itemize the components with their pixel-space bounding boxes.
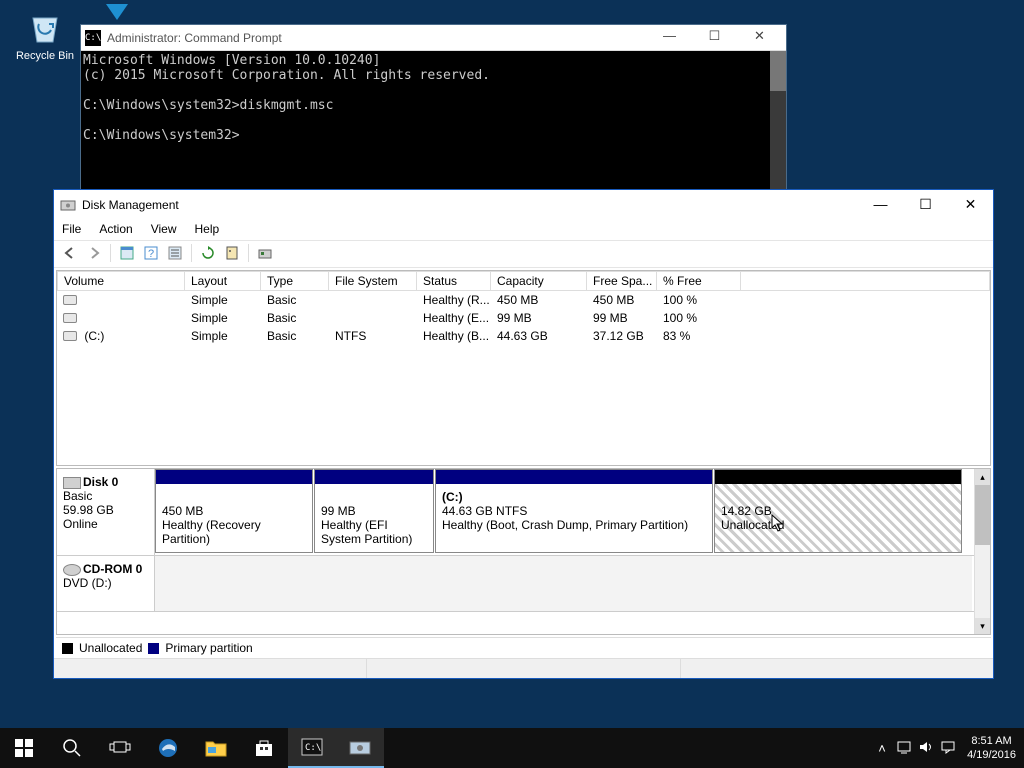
taskbar-store-button[interactable]: [240, 728, 288, 768]
partition-unallocated[interactable]: 14.82 GBUnallocated: [714, 469, 962, 553]
partition[interactable]: 450 MBHealthy (Recovery Partition): [155, 469, 313, 553]
cmd-taskbar-icon: C:\: [301, 738, 323, 756]
toolbar-list-button[interactable]: [165, 243, 185, 263]
cmd-body[interactable]: Microsoft Windows [Version 10.0.10240] (…: [81, 51, 786, 193]
cmd-title: Administrator: Command Prompt: [107, 31, 647, 45]
tray-chevron-icon[interactable]: ˄: [871, 741, 893, 756]
diskmgmt-taskbar-icon: [349, 738, 371, 756]
menu-file[interactable]: File: [62, 222, 81, 236]
disk-row[interactable]: CD-ROM 0 DVD (D:): [57, 556, 990, 612]
start-button[interactable]: [0, 728, 48, 768]
legend: Unallocated Primary partition: [56, 637, 991, 658]
cdrom-icon: [63, 564, 81, 576]
table-row[interactable]: SimpleBasic Healthy (E... 99 MB99 MB 100…: [57, 309, 990, 327]
col-freespace[interactable]: Free Spa...: [587, 271, 657, 291]
legend-primary-swatch: [148, 643, 159, 654]
disk-icon: [63, 477, 81, 489]
dm-toolbar: ?: [54, 240, 993, 268]
partition[interactable]: 99 MBHealthy (EFI System Partition): [314, 469, 434, 553]
taskbar-cmd-button[interactable]: C:\: [288, 728, 336, 768]
col-capacity[interactable]: Capacity: [491, 271, 587, 291]
partition[interactable]: (C:)44.63 GB NTFSHealthy (Boot, Crash Du…: [435, 469, 713, 553]
taskview-button[interactable]: [96, 728, 144, 768]
cmd-maximize-button[interactable]: ☐: [692, 28, 737, 48]
status-bar: [54, 658, 993, 678]
taskbar-diskmgmt-button[interactable]: [336, 728, 384, 768]
menu-help[interactable]: Help: [195, 222, 220, 236]
table-row[interactable]: SimpleBasic Healthy (R... 450 MB450 MB 1…: [57, 291, 990, 309]
dm-close-button[interactable]: ✕: [948, 191, 993, 219]
cmd-icon: C:\: [85, 30, 101, 46]
taskbar-explorer-button[interactable]: [192, 728, 240, 768]
legend-unalloc-label: Unallocated: [79, 641, 142, 655]
dm-menubar: File Action View Help: [54, 220, 993, 240]
dm-titlebar[interactable]: Disk Management — ☐ ✕: [54, 190, 993, 220]
toolbar-settings-button[interactable]: [255, 243, 275, 263]
volume-icon: [63, 313, 77, 323]
volume-table: Volume Layout Type File System Status Ca…: [56, 270, 991, 466]
toolbar-refresh-button[interactable]: [198, 243, 218, 263]
tray-actioncenter-icon[interactable]: [937, 740, 959, 757]
cmd-scrollbar[interactable]: [770, 51, 786, 193]
cmd-close-button[interactable]: ✕: [737, 28, 782, 48]
toolbar-properties-button[interactable]: [222, 243, 242, 263]
disk-label[interactable]: CD-ROM 0 DVD (D:): [57, 556, 155, 611]
col-status[interactable]: Status: [417, 271, 491, 291]
clock-date: 4/19/2016: [967, 748, 1016, 762]
dm-maximize-button[interactable]: ☐: [903, 191, 948, 219]
disk-row[interactable]: Disk 0 Basic 59.98 GB Online 450 MBHealt…: [57, 469, 990, 556]
toolbar-view-button[interactable]: [117, 243, 137, 263]
cmd-window: C:\ Administrator: Command Prompt — ☐ ✕ …: [80, 24, 787, 194]
svg-text:C:\: C:\: [305, 743, 321, 753]
tray-network-icon[interactable]: [893, 740, 915, 757]
store-icon: [254, 738, 274, 758]
volume-icon: [63, 331, 77, 341]
toolbar-back-button[interactable]: [60, 243, 80, 263]
edge-icon: [157, 737, 179, 759]
system-tray: ˄ 8:51 AM 4/19/2016: [871, 728, 1024, 768]
taskbar: C:\ ˄ 8:51 AM 4/19/2016: [0, 728, 1024, 768]
dm-title: Disk Management: [82, 198, 858, 212]
col-layout[interactable]: Layout: [185, 271, 261, 291]
col-volume[interactable]: Volume: [57, 271, 185, 291]
volume-table-header[interactable]: Volume Layout Type File System Status Ca…: [57, 271, 990, 291]
col-type[interactable]: Type: [261, 271, 329, 291]
disk-label[interactable]: Disk 0 Basic 59.98 GB Online: [57, 469, 155, 555]
search-icon: [62, 738, 82, 758]
legend-primary-label: Primary partition: [165, 641, 252, 655]
graphical-scrollbar[interactable]: ▴ ▾: [974, 469, 990, 634]
taskbar-clock[interactable]: 8:51 AM 4/19/2016: [959, 734, 1024, 762]
folder-icon: [205, 739, 227, 757]
toolbar-forward-button[interactable]: [84, 243, 104, 263]
dm-minimize-button[interactable]: —: [858, 191, 903, 219]
col-pctfree[interactable]: % Free: [657, 271, 741, 291]
legend-unalloc-swatch: [62, 643, 73, 654]
taskbar-edge-button[interactable]: [144, 728, 192, 768]
tray-volume-icon[interactable]: [915, 740, 937, 757]
recycle-bin-label: Recycle Bin: [16, 50, 74, 62]
search-button[interactable]: [48, 728, 96, 768]
svg-text:?: ?: [148, 248, 154, 260]
recycle-bin-icon[interactable]: Recycle Bin: [10, 6, 80, 62]
cmd-minimize-button[interactable]: —: [647, 28, 692, 48]
menu-view[interactable]: View: [151, 222, 177, 236]
volume-icon: [63, 295, 77, 305]
taskview-icon: [109, 740, 131, 756]
disk-management-window: Disk Management — ☐ ✕ File Action View H…: [53, 189, 994, 679]
desktop-shortcut-arrow: [106, 4, 128, 22]
dm-app-icon: [60, 197, 76, 213]
clock-time: 8:51 AM: [967, 734, 1016, 748]
cmd-titlebar[interactable]: C:\ Administrator: Command Prompt — ☐ ✕: [81, 25, 786, 51]
toolbar-help-button[interactable]: ?: [141, 243, 161, 263]
col-filesystem[interactable]: File System: [329, 271, 417, 291]
disk-graphical-view: Disk 0 Basic 59.98 GB Online 450 MBHealt…: [56, 468, 991, 635]
table-row[interactable]: (C:) SimpleBasic NTFSHealthy (B... 44.63…: [57, 327, 990, 345]
menu-action[interactable]: Action: [99, 222, 132, 236]
